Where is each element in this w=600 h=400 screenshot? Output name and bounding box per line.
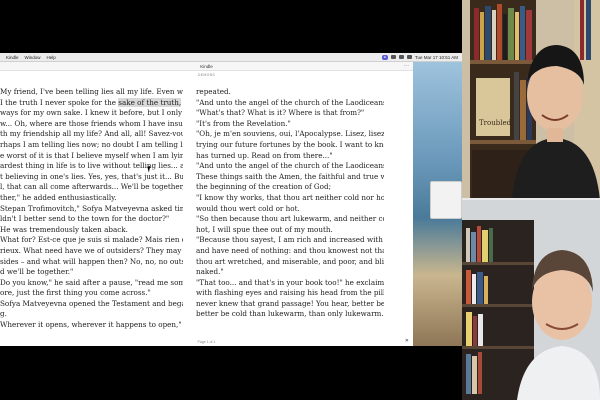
page-left-column[interactable]: My friend, I've been telling lies all my…	[0, 87, 183, 331]
text-line: never knew that grand passage! You hear,…	[196, 298, 384, 308]
text-line: Do you know," he said after a pause, "re…	[0, 277, 183, 287]
text-line: sides – and what will happen then? No, n…	[0, 256, 183, 266]
text-line: "That too... and that's in your book too…	[196, 277, 384, 287]
book-cover-title: Troubled	[479, 119, 512, 127]
text-line: repeated.	[196, 87, 231, 96]
status-badge[interactable]: ●	[381, 54, 388, 60]
text-line: rieux. What need have we of outsiders? T…	[0, 245, 183, 255]
text-line: hot, I will spue thee out of my mouth.	[196, 224, 333, 234]
text-line: What for? Est-ce que je suis si malade? …	[0, 235, 183, 245]
menu-item-app[interactable]: Kindle	[6, 55, 19, 60]
text-line: "And unto the angel of the church of the…	[196, 161, 384, 171]
page-right-column[interactable]: repeated. "And unto the angel of the chu…	[196, 87, 384, 320]
text-line: w... Oh, where are those friends whom I …	[0, 118, 183, 128]
kindle-title-bar: Kindle ⋯	[0, 62, 413, 71]
text-line: I the truth I never spoke for the sake o…	[0, 97, 183, 109]
text-line: "It's from the Revelation."	[196, 118, 291, 128]
text-line: "So then because thou art lukewarm, and …	[196, 214, 384, 224]
text-line: and have need of nothing: and thou knowe…	[196, 245, 384, 255]
search-icon[interactable]	[406, 55, 412, 59]
text-line: better be cold than lukewarm, than only …	[196, 309, 384, 319]
text-line: ore, just the first thing you come acros…	[0, 288, 151, 298]
text-line: ways for my own sake. I knew it before, …	[0, 108, 183, 118]
kindle-reader-window[interactable]: Kindle ⋯ DEMONS My friend, I've been tel…	[0, 62, 413, 346]
text-segment: I the truth I never spoke for the	[0, 97, 119, 107]
text-line: "I know thy works, that thou art neither…	[196, 192, 384, 202]
webcam-tile-bottom	[462, 200, 600, 400]
text-line: th my friendship all my life? And all, a…	[0, 129, 183, 139]
menu-item-window[interactable]: Window	[25, 55, 41, 60]
text-line: thou art wretched, and miserable, and po…	[196, 256, 384, 266]
battery-icon[interactable]	[398, 55, 404, 59]
text-line: Stepan Trofimovitch," Sofya Matveyevna a…	[0, 203, 183, 213]
menu-item-help[interactable]: Help	[47, 55, 56, 60]
text-line: the beginning of the creation of God;	[196, 182, 332, 192]
text-line: These things saith the Amen, the faithfu…	[196, 171, 384, 181]
text-line: "And unto the angel of the church of the…	[196, 97, 384, 107]
text-line: ldn't I better send to the town for the …	[0, 214, 170, 224]
menu-bar-clock[interactable]: Tue Mar 17 10:51 AM	[415, 55, 458, 60]
text-line: d we'll be together."	[0, 267, 74, 277]
page-footer: Page 1 of 1 ✕	[0, 338, 413, 346]
text-line: "What's that? What is it? Where is that …	[196, 108, 365, 118]
text-line: ardest thing in life is to live without …	[0, 161, 183, 171]
text-line: My friend, I've been telling lies all my…	[0, 87, 183, 96]
text-line: Sofya Matveyevna opened the Testament an…	[0, 298, 183, 308]
text-line: g.	[0, 309, 7, 319]
text-line: l, that can all come afterwards... We'll…	[0, 182, 183, 192]
text-line: ther," he added enthusiastically.	[0, 192, 117, 202]
menu-bar: Kindle Window Help ● Tue Mar 17 10:51 AM	[0, 53, 462, 62]
more-options-icon[interactable]: ⋯	[404, 64, 409, 69]
book-running-header: DEMONS	[197, 73, 216, 77]
text-line: would thou wert cold or hot.	[196, 203, 300, 213]
highlighted-text[interactable]: sake of the truth,	[118, 97, 182, 107]
webcam-tile-top: Troubled	[462, 0, 600, 200]
webcam-feed-bottom	[462, 200, 600, 400]
text-line: rhaps I am telling lies now; no doubt I …	[0, 139, 183, 149]
wifi-icon[interactable]	[390, 55, 396, 59]
screen-top-border	[0, 0, 462, 53]
text-line: t believing in one's lies. Yes, yes, tha…	[0, 171, 183, 181]
text-line: "Oh, je m'en souviens, oui, l'Apocalypse…	[196, 129, 384, 139]
text-line: with flashing eyes and raising his head …	[196, 288, 384, 298]
kindle-window-title: Kindle	[200, 64, 213, 69]
text-segment: but	[181, 98, 183, 107]
text-line: He was tremendously taken aback.	[0, 224, 128, 234]
text-line: e worst of it is that I believe myself w…	[0, 150, 183, 160]
menu-bar-status: ● Tue Mar 17 10:51 AM	[381, 54, 462, 60]
webcam-feed-top: Troubled	[462, 0, 600, 200]
close-icon[interactable]: ✕	[405, 337, 409, 345]
text-line: trying our future fortunes by the book. …	[196, 139, 384, 149]
screen-bottom-border	[0, 346, 462, 400]
text-line: naked."	[196, 267, 224, 277]
background-window[interactable]	[430, 181, 462, 219]
text-line: "Because thou sayest, I am rich and incr…	[196, 235, 384, 245]
page-location: Page 1 of 1	[197, 340, 216, 344]
text-line: Wherever it opens, wherever it happens t…	[0, 320, 183, 330]
shared-screen: Kindle Window Help ● Tue Mar 17 10:51 AM…	[0, 0, 462, 400]
text-line: has turned up. Read on from there..."	[196, 150, 333, 160]
